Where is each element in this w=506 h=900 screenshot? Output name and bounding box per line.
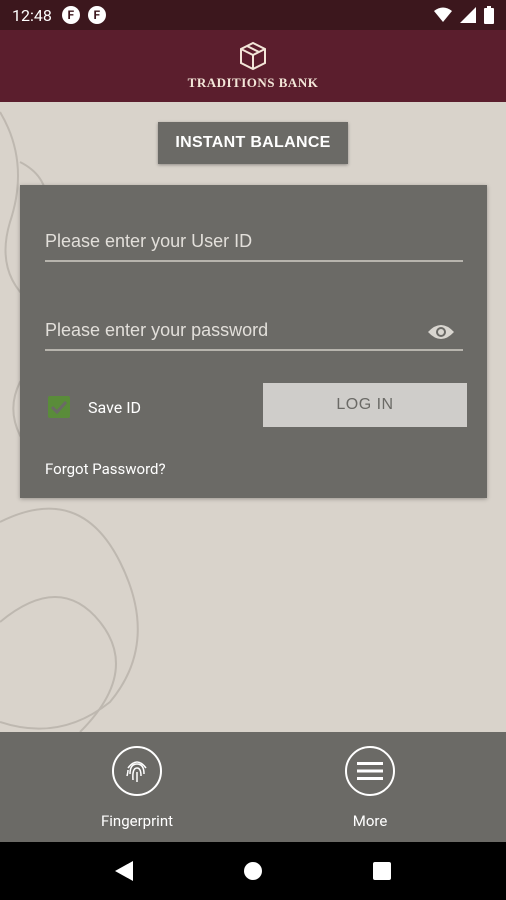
checkmark-icon <box>51 400 67 414</box>
login-card: Save ID LOG IN Forgot Password? <box>20 185 487 498</box>
bottom-action-bar: Fingerprint More <box>0 732 506 842</box>
fingerprint-button[interactable]: Fingerprint <box>97 746 177 830</box>
more-button[interactable]: More <box>330 746 410 830</box>
more-icon-circle <box>345 746 395 796</box>
password-input[interactable] <box>45 320 463 349</box>
fingerprint-icon <box>126 761 147 782</box>
status-bar: 12:48 F F <box>0 0 506 30</box>
cube-logo-icon <box>240 41 266 71</box>
save-id-label: Save ID <box>88 397 142 417</box>
signal-icon <box>460 7 476 23</box>
notification-app-icon: F <box>61 6 80 24</box>
user-id-field-container <box>45 231 463 262</box>
more-label: More <box>352 812 388 830</box>
android-navigation-bar <box>0 842 506 900</box>
fingerprint-icon-circle <box>112 746 162 796</box>
save-id-checkbox[interactable] <box>48 396 70 418</box>
back-icon[interactable] <box>115 861 133 881</box>
brand-name: TRADITIONS BANK <box>187 75 319 90</box>
instant-balance-button[interactable]: INSTANT BALANCE <box>158 122 348 164</box>
wifi-icon <box>434 7 452 22</box>
fingerprint-label: Fingerprint <box>100 812 174 830</box>
recents-icon[interactable] <box>373 862 391 880</box>
menu-icon <box>357 762 383 780</box>
notification-app-icon: F <box>87 6 106 24</box>
password-field-container <box>45 320 463 351</box>
home-icon[interactable] <box>243 861 263 881</box>
log-in-button[interactable]: LOG IN <box>263 383 467 427</box>
app-header: TRADITIONS BANK <box>0 30 506 102</box>
user-id-input[interactable] <box>45 231 463 260</box>
battery-icon <box>484 6 494 24</box>
status-time: 12:48 <box>12 5 52 25</box>
show-password-eye-icon[interactable] <box>427 322 455 342</box>
save-id-row: Save ID <box>48 396 141 418</box>
forgot-password-link[interactable]: Forgot Password? <box>45 460 166 478</box>
